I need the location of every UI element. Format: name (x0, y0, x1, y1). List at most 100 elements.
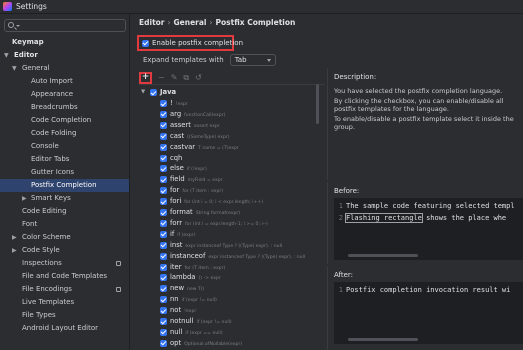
sidebar-item-file-types[interactable]: File Types (0, 309, 129, 322)
checkbox-checked-icon[interactable] (160, 307, 167, 315)
checkbox-checked-icon[interactable] (160, 132, 167, 140)
sidebar-item-android-layout-editor[interactable]: Android Layout Editor (0, 322, 129, 335)
sidebar-item-editor[interactable]: ▼ Editor (0, 49, 129, 62)
sidebar-item-breadcrumbs[interactable]: Breadcrumbs (0, 101, 129, 114)
chevron-right-icon: › (209, 18, 213, 27)
template-row[interactable]: if if (expr) (139, 229, 325, 240)
chevron-down-icon[interactable]: ▼ (141, 87, 145, 98)
template-row[interactable]: not !expr (139, 305, 325, 316)
checkbox-checked-icon[interactable] (160, 328, 167, 336)
checkbox-checked-icon[interactable] (160, 143, 167, 151)
code-text: shows the place whe (421, 214, 507, 222)
checkbox-checked-icon[interactable] (160, 296, 167, 304)
checkbox-checked-icon[interactable] (160, 165, 167, 173)
horizontal-scrollbar[interactable] (348, 254, 418, 257)
enable-postfix-completion-checkbox[interactable]: Enable postfix completion (137, 35, 243, 51)
sidebar-item-code-folding[interactable]: Code Folding (0, 127, 129, 140)
template-row[interactable]: cast ((SomeType) expr) (139, 131, 325, 142)
template-row[interactable]: forr for (int i = expr.length-1; i >= 0; … (139, 218, 325, 229)
template-row[interactable]: opt Optional.ofNullable(expr) (139, 338, 325, 349)
checkbox-checked-icon[interactable] (160, 318, 167, 325)
sidebar-item-auto-import[interactable]: Auto Import (0, 75, 129, 88)
template-row[interactable]: lambda() -> expr (139, 272, 325, 283)
template-row[interactable]: field myField = expr (139, 174, 325, 185)
checkbox-checked-icon[interactable] (160, 176, 167, 184)
sidebar-item-code-style[interactable]: ▶ Code Style (0, 244, 129, 257)
template-example: for (int i = 0; i < expr.length; i++) (184, 200, 263, 206)
remove-template-button[interactable]: − (158, 73, 165, 82)
sidebar-item-keymap[interactable]: Keymap (0, 36, 129, 49)
sidebar-item-live-templates[interactable]: Live Templates (0, 296, 129, 309)
sidebar-item-editor-tabs[interactable]: Editor Tabs (0, 153, 129, 166)
sidebar-item-general[interactable]: ▼ General (0, 62, 129, 75)
template-row[interactable]: for for (T item : expr) (139, 185, 325, 196)
templates-scrollbar[interactable] (316, 84, 319, 124)
template-row[interactable]: cqh (139, 153, 325, 164)
chevron-right-icon[interactable]: ▶ (12, 244, 17, 257)
checkbox-checked-icon[interactable] (160, 121, 167, 129)
sidebar-item-appearance[interactable]: Appearance (0, 88, 129, 101)
checkbox-checked-icon[interactable] (160, 274, 167, 282)
template-key-label: forr (170, 218, 183, 227)
template-row[interactable]: else if (!expr) (139, 163, 325, 174)
checkbox-checked-icon[interactable] (150, 89, 157, 96)
checkbox-checked-icon[interactable] (142, 39, 149, 47)
checkbox-checked-icon[interactable] (160, 285, 167, 293)
edit-template-button[interactable]: ✎ (171, 73, 178, 82)
template-row[interactable]: ! !expr (139, 98, 325, 109)
template-row[interactable]: fori for (int i = 0; i < expr.length; i++… (139, 196, 325, 207)
template-row[interactable]: instanceof expr instanceof Type ? ((Type)… (139, 251, 325, 262)
sidebar-item-file-and-code-templates[interactable]: File and Code Templates (0, 270, 129, 283)
settings-search-input[interactable] (4, 19, 126, 32)
checkbox-checked-icon[interactable] (160, 209, 167, 216)
chevron-right-icon[interactable]: ▶ (22, 192, 27, 205)
horizontal-scrollbar[interactable] (348, 338, 418, 341)
checkbox-checked-icon[interactable] (160, 230, 167, 238)
template-row[interactable]: new new T() (139, 283, 325, 294)
sidebar-item-color-scheme[interactable]: ▶ Color Scheme (0, 231, 129, 244)
chevron-right-icon[interactable]: ▶ (12, 231, 17, 244)
sidebar-item-font[interactable]: Font (0, 218, 129, 231)
checkbox-checked-icon[interactable] (160, 154, 167, 162)
sidebar-item-code-completion[interactable]: Code Completion (0, 114, 129, 127)
chevron-down-icon[interactable]: ▼ (12, 62, 17, 75)
restore-defaults-button[interactable]: ↺ (195, 73, 202, 82)
copy-template-button[interactable]: ⧉ (183, 73, 189, 83)
template-example: String.format(expr) (195, 211, 241, 216)
template-key-label: if (170, 229, 175, 238)
sidebar-item-label: Console (31, 142, 59, 150)
template-row[interactable]: null if (expr == null) (139, 327, 325, 338)
checkbox-checked-icon[interactable] (160, 339, 167, 347)
template-row[interactable]: inst expr instanceof Type ? ((Type) expr)… (139, 240, 325, 251)
add-template-button[interactable]: + (139, 71, 152, 84)
code-line: 1 Postfix completion invocation result wi (334, 285, 511, 296)
breadcrumb-item[interactable]: Editor (139, 18, 165, 27)
checkbox-checked-icon[interactable] (160, 252, 167, 260)
checkbox-checked-icon[interactable] (160, 241, 167, 249)
template-row[interactable]: notnull if (expr != null) (139, 316, 325, 327)
sidebar-item-postfix-completion[interactable]: Postfix Completion (0, 179, 129, 192)
sidebar-item-console[interactable]: Console (0, 140, 129, 153)
checkbox-checked-icon[interactable] (160, 100, 167, 107)
template-group-java[interactable]: ▼ Java (139, 87, 325, 98)
search-history-dropdown-icon[interactable] (16, 25, 20, 27)
template-row[interactable]: nn if (expr != null) (139, 294, 325, 305)
template-row[interactable]: assert assert expr (139, 120, 325, 131)
checkbox-checked-icon[interactable] (160, 219, 167, 227)
sidebar-item-inspections[interactable]: Inspections (0, 257, 129, 270)
sidebar-item-code-editing[interactable]: Code Editing (0, 205, 129, 218)
checkbox-checked-icon[interactable] (160, 198, 167, 206)
checkbox-checked-icon[interactable] (160, 263, 167, 271)
sidebar-item-file-encodings[interactable]: File Encodings (0, 283, 129, 296)
checkbox-checked-icon[interactable] (160, 110, 167, 118)
template-row[interactable]: castvar T name = (T)expr (139, 142, 325, 153)
template-row[interactable]: arg functionCall(expr) (139, 109, 325, 120)
template-row[interactable]: iter for (T item : expr) (139, 262, 325, 273)
expand-key-select[interactable]: Tab (229, 54, 276, 66)
sidebar-item-gutter-icons[interactable]: Gutter Icons (0, 166, 129, 179)
sidebar-item-smart-keys[interactable]: ▶ Smart Keys (0, 192, 129, 205)
template-row[interactable]: format String.format(expr) (139, 207, 325, 218)
breadcrumb-item[interactable]: General (174, 18, 207, 27)
chevron-down-icon[interactable]: ▼ (4, 49, 9, 62)
checkbox-checked-icon[interactable] (160, 187, 167, 195)
